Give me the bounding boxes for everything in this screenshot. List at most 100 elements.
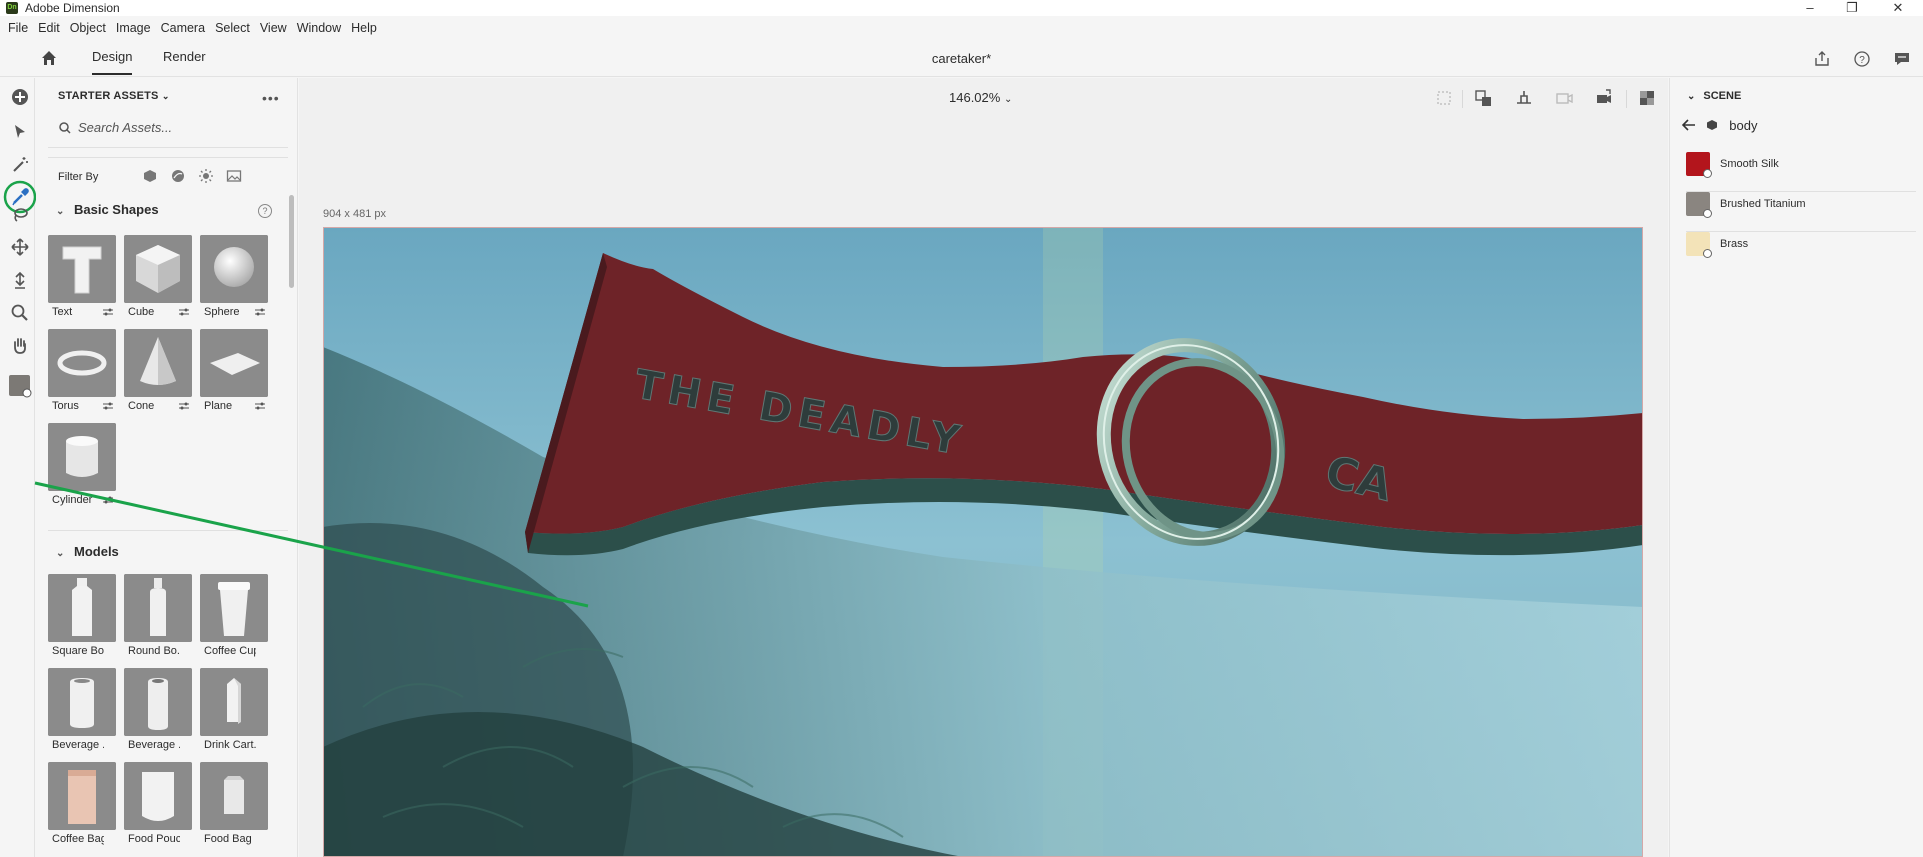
tool-rail: [0, 78, 37, 857]
materials-filter-icon[interactable]: [170, 168, 186, 184]
object-name: body: [1729, 118, 1758, 133]
asset-tile-cube[interactable]: Cube: [124, 235, 192, 321]
minimize-button[interactable]: –: [1790, 0, 1830, 16]
menu-bar: File Edit Object Image Camera Select Vie…: [0, 18, 383, 40]
asset-tile-text[interactable]: Text: [48, 235, 116, 321]
images-filter-icon[interactable]: [226, 168, 242, 184]
cylinder-thumbnail: [48, 423, 116, 491]
asset-tile-beverage-can-1[interactable]: Beverage ...: [48, 668, 116, 754]
tile-options-icon[interactable]: [102, 401, 114, 411]
asset-tile-food-bag[interactable]: Food Bag: [200, 762, 268, 848]
magic-wand-icon[interactable]: [10, 155, 30, 175]
asset-tile-beverage-can-2[interactable]: Beverage ...: [124, 668, 192, 754]
torus-thumbnail: [48, 329, 116, 397]
tile-options-icon[interactable]: [254, 401, 266, 411]
material-row-brass[interactable]: Brass: [1686, 232, 1916, 272]
coffee-bag-thumbnail: [48, 762, 116, 830]
canvas-area: 146.02% ⌄ 904 x 481 px THE DEADLY CA: [299, 78, 1668, 857]
material-row-brushed-titanium[interactable]: Brushed Titanium: [1686, 192, 1916, 232]
menu-edit[interactable]: Edit: [34, 18, 66, 40]
material-swatch[interactable]: [1686, 152, 1712, 178]
assets-title[interactable]: STARTER ASSETS ⌄: [58, 90, 170, 102]
select-tool-icon[interactable]: [10, 122, 30, 142]
render-preview-icon[interactable]: [1637, 88, 1657, 108]
align-to-ground-icon[interactable]: [1514, 88, 1534, 108]
drop-to-ground-icon[interactable]: [10, 270, 30, 290]
menu-help[interactable]: Help: [347, 18, 383, 40]
material-swatch[interactable]: [1686, 192, 1712, 218]
close-button[interactable]: ✕: [1878, 0, 1918, 16]
asset-tile-coffee-bag[interactable]: Coffee Bag: [48, 762, 116, 848]
home-icon[interactable]: [40, 49, 58, 67]
lasso-icon[interactable]: [10, 205, 30, 225]
more-options-icon[interactable]: •••: [262, 90, 280, 106]
window-title: Adobe Dimension: [25, 1, 120, 15]
restore-button[interactable]: ❐: [1832, 0, 1872, 16]
models-filter-icon[interactable]: [142, 168, 158, 184]
asset-tile-sphere[interactable]: Sphere: [200, 235, 268, 321]
material-swatch[interactable]: [1686, 232, 1712, 258]
title-bar: Dn Adobe Dimension – ❐ ✕: [0, 0, 1923, 16]
asset-tile-plane[interactable]: Plane: [200, 329, 268, 415]
feedback-icon[interactable]: [1893, 50, 1911, 68]
tile-options-icon[interactable]: [102, 307, 114, 317]
3d-viewport[interactable]: THE DEADLY CA: [323, 227, 1643, 857]
zoom-dropdown[interactable]: 146.02% ⌄: [949, 90, 1012, 105]
asset-tile-cylinder[interactable]: Cylinder: [48, 423, 116, 509]
app-header: Design Render caretaker* ?: [0, 41, 1923, 77]
asset-tile-torus[interactable]: Torus: [48, 329, 116, 415]
menu-object[interactable]: Object: [66, 18, 112, 40]
frame-icon[interactable]: [1434, 88, 1454, 108]
basic-shapes-help-icon[interactable]: ?: [258, 204, 272, 218]
assets-scrollbar[interactable]: [289, 195, 294, 288]
cone-thumbnail: [124, 329, 192, 397]
material-row-smooth-silk[interactable]: Smooth Silk: [1686, 152, 1916, 192]
material-badge-icon: [1703, 209, 1712, 218]
asset-tile-square-bottle[interactable]: Square Bo...: [48, 574, 116, 660]
material-swatch-icon[interactable]: [8, 374, 32, 398]
asset-tile-drink-carton[interactable]: Drink Cart...: [200, 668, 268, 754]
tab-render[interactable]: Render: [163, 49, 206, 73]
food-pouch-thumbnail: [124, 762, 192, 830]
frame-selection-icon[interactable]: [1474, 88, 1494, 108]
menu-view[interactable]: View: [256, 18, 293, 40]
scene-panel: ⌄ SCENE body Smooth Silk Brushed Titanium…: [1669, 78, 1923, 857]
models-header[interactable]: ⌄ Models: [56, 544, 119, 559]
search-placeholder: Search Assets...: [78, 120, 173, 135]
lights-filter-icon[interactable]: [198, 168, 214, 184]
tile-options-icon[interactable]: [254, 307, 266, 317]
basic-shapes-header[interactable]: ⌄ Basic Shapes: [56, 202, 159, 217]
menu-camera[interactable]: Camera: [157, 18, 211, 40]
material-badge-icon: [1703, 249, 1712, 258]
asset-tile-cone[interactable]: Cone: [124, 329, 192, 415]
share-icon[interactable]: [1813, 50, 1831, 68]
scene-object-row[interactable]: body: [1681, 118, 1758, 133]
asset-tile-coffee-cup[interactable]: Coffee Cup: [200, 574, 268, 660]
tile-options-icon[interactable]: [178, 307, 190, 317]
coffee-cup-thumbnail: [200, 574, 268, 642]
cube-thumbnail: [124, 235, 192, 303]
menu-file[interactable]: File: [0, 18, 34, 40]
tile-options-icon[interactable]: [178, 401, 190, 411]
menu-window[interactable]: Window: [293, 18, 347, 40]
asset-tile-food-pouch[interactable]: Food Pouch: [124, 762, 192, 848]
material-badge-icon: [1703, 169, 1712, 178]
add-icon[interactable]: [10, 87, 30, 107]
assets-panel: STARTER ASSETS ⌄ ••• Search Assets... Fi…: [36, 78, 298, 857]
tab-design[interactable]: Design: [92, 49, 133, 75]
menu-image[interactable]: Image: [112, 18, 157, 40]
model-icon: [1706, 120, 1717, 130]
search-input[interactable]: Search Assets...: [58, 119, 280, 137]
help-icon[interactable]: ?: [1853, 50, 1871, 68]
asset-tile-round-bottle[interactable]: Round Bo...: [124, 574, 192, 660]
camera-orbit-icon[interactable]: [1594, 88, 1614, 108]
tile-options-icon[interactable]: [102, 495, 114, 505]
camera-bookmark-icon[interactable]: [1554, 88, 1574, 108]
hand-icon[interactable]: [10, 336, 30, 356]
back-arrow-icon[interactable]: [1681, 119, 1696, 131]
move-icon[interactable]: [10, 237, 30, 257]
zoom-icon[interactable]: [10, 303, 30, 323]
round-bottle-thumbnail: [124, 574, 192, 642]
scene-title[interactable]: ⌄ SCENE: [1687, 90, 1741, 102]
menu-select[interactable]: Select: [211, 18, 256, 40]
